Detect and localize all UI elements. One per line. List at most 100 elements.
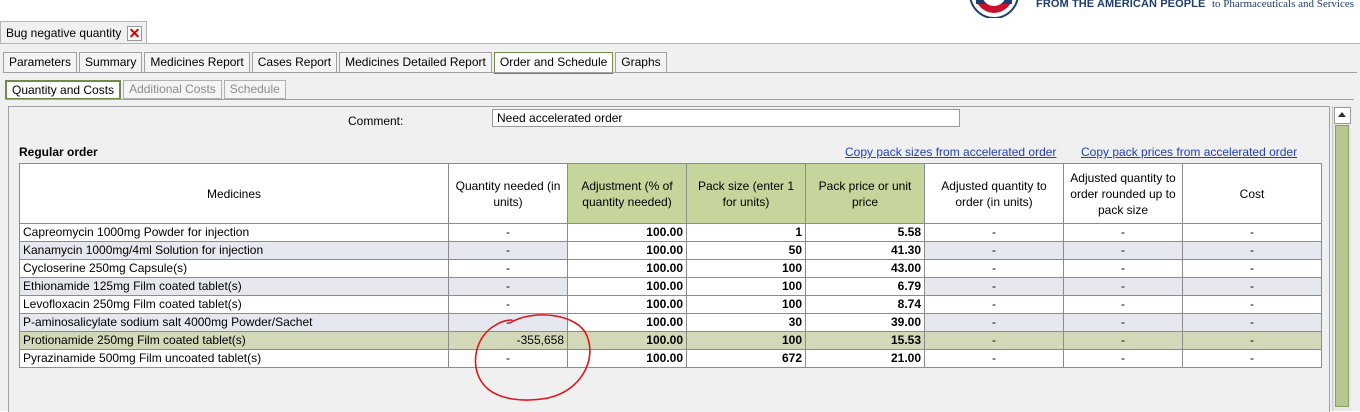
- cell-cost: -: [1182, 259, 1322, 278]
- table-header-row: Medicines Quantity needed (in units) Adj…: [19, 163, 1322, 224]
- tab-parameters[interactable]: Parameters: [3, 52, 78, 73]
- cell-pack-price[interactable]: 15.53: [805, 331, 925, 350]
- tab-cases-report[interactable]: Cases Report: [251, 52, 338, 73]
- table-row[interactable]: Capreomycin 1000mg Powder for injection …: [19, 223, 1322, 242]
- cell-pack-price[interactable]: 39.00: [805, 313, 925, 332]
- cell-pack-price[interactable]: 41.30: [805, 241, 925, 260]
- vertical-scrollbar[interactable]: [1332, 106, 1351, 411]
- header-pack-size: Pack size (enter 1 for units): [686, 163, 806, 224]
- tab-quantity-and-costs[interactable]: Quantity and Costs: [5, 80, 122, 100]
- cell-cost: -: [1182, 241, 1322, 260]
- cell-medicine: Cycloserine 250mg Capsule(s): [19, 259, 449, 278]
- cell-quantity-needed: -: [448, 259, 568, 278]
- document-tab[interactable]: Bug negative quantity: [0, 21, 148, 44]
- table-row[interactable]: Kanamycin 1000mg/4ml Solution for inject…: [19, 241, 1322, 260]
- header-cost: Cost: [1182, 163, 1322, 224]
- cell-adjustment[interactable]: 100.00: [567, 295, 687, 314]
- header-quantity-needed: Quantity needed (in units): [448, 163, 568, 224]
- cell-pack-price[interactable]: 8.74: [805, 295, 925, 314]
- cell-cost: -: [1182, 349, 1322, 368]
- cell-medicine: P-aminosalicylate sodium salt 4000mg Pow…: [19, 313, 449, 332]
- cell-pack-size[interactable]: 1: [686, 223, 806, 242]
- tab-order-and-schedule[interactable]: Order and Schedule: [493, 52, 614, 74]
- cell-medicine: Protionamide 250mg Film coated tablet(s): [19, 331, 449, 350]
- scroll-thumb[interactable]: [1335, 125, 1349, 407]
- header-adjusted-quantity: Adjusted quantity to order (in units): [924, 163, 1064, 224]
- cell-pack-size[interactable]: 672: [686, 349, 806, 368]
- cell-quantity-needed: -: [448, 277, 568, 296]
- cell-adjusted-rounded: -: [1063, 277, 1183, 296]
- cell-adjustment[interactable]: 100.00: [567, 349, 687, 368]
- comment-label: Comment:: [348, 114, 404, 128]
- cell-adjusted-quantity: -: [924, 241, 1064, 260]
- usaid-tagline: FROM THE AMERICAN PEOPLE: [1036, 0, 1206, 10]
- copy-pack-sizes-link[interactable]: Copy pack sizes from accelerated order: [845, 145, 1056, 159]
- cell-quantity-needed: -: [448, 349, 568, 368]
- cell-adjusted-rounded: -: [1063, 349, 1183, 368]
- usaid-seal-logo: [969, 0, 1019, 18]
- copy-pack-prices-link[interactable]: Copy pack prices from accelerated order: [1081, 145, 1297, 159]
- table-row[interactable]: Ethionamide 125mg Film coated tablet(s) …: [19, 277, 1322, 296]
- regular-order-title: Regular order: [19, 145, 98, 159]
- cell-medicine: Capreomycin 1000mg Powder for injection: [19, 223, 449, 242]
- cell-pack-size[interactable]: 100: [686, 295, 806, 314]
- tab-medicines-detailed-report[interactable]: Medicines Detailed Report: [339, 52, 492, 73]
- cell-pack-size[interactable]: 50: [686, 241, 806, 260]
- cell-adjusted-quantity: -: [924, 313, 1064, 332]
- cell-cost: -: [1182, 223, 1322, 242]
- comment-input[interactable]: [492, 109, 960, 127]
- cell-pack-size[interactable]: 100: [686, 331, 806, 350]
- header-adjusted-rounded: Adjusted quantity to order rounded up to…: [1063, 163, 1183, 224]
- cell-cost: -: [1182, 313, 1322, 332]
- cell-pack-price[interactable]: 43.00: [805, 259, 925, 278]
- order-and-schedule-panel: Quantity and Costs Additional Costs Sche…: [3, 74, 1356, 412]
- cell-adjusted-quantity: -: [924, 223, 1064, 242]
- table-row[interactable]: P-aminosalicylate sodium salt 4000mg Pow…: [19, 313, 1322, 332]
- cell-pack-price[interactable]: 5.58: [805, 223, 925, 242]
- table-row[interactable]: Levofloxacin 250mg Film coated tablet(s)…: [19, 295, 1322, 314]
- header-pack-price: Pack price or unit price: [805, 163, 925, 224]
- cell-pack-size[interactable]: 30: [686, 313, 806, 332]
- tab-medicines-report[interactable]: Medicines Report: [144, 52, 250, 73]
- cell-adjusted-quantity: -: [924, 259, 1064, 278]
- regular-order-table: Medicines Quantity needed (in units) Adj…: [19, 163, 1322, 368]
- cell-adjusted-quantity: -: [924, 331, 1064, 350]
- cell-adjusted-rounded: -: [1063, 295, 1183, 314]
- cell-adjusted-rounded: -: [1063, 241, 1183, 260]
- cell-medicine: Kanamycin 1000mg/4ml Solution for inject…: [19, 241, 449, 260]
- cell-adjusted-rounded: -: [1063, 223, 1183, 242]
- cell-cost: -: [1182, 331, 1322, 350]
- cell-quantity-needed: -: [448, 313, 568, 332]
- table-row-selected[interactable]: Protionamide 250mg Film coated tablet(s)…: [19, 331, 1322, 350]
- cell-pack-price[interactable]: 21.00: [805, 349, 925, 368]
- cell-quantity-needed-negative: -355,658: [448, 331, 568, 350]
- cell-adjusted-rounded: -: [1063, 313, 1183, 332]
- cell-adjusted-quantity: -: [924, 295, 1064, 314]
- sub-tab-bar: Quantity and Costs Additional Costs Sche…: [5, 80, 288, 100]
- cell-adjustment[interactable]: 100.00: [567, 331, 687, 350]
- tab-summary[interactable]: Summary: [79, 52, 143, 73]
- sub-tab-divider: [5, 99, 1354, 100]
- table-row[interactable]: Pyrazinamide 500mg Film uncoated tablet(…: [19, 349, 1322, 368]
- cell-adjustment[interactable]: 100.00: [567, 277, 687, 296]
- cell-quantity-needed: -: [448, 223, 568, 242]
- cell-pack-price[interactable]: 6.79: [805, 277, 925, 296]
- table-row[interactable]: Cycloserine 250mg Capsule(s) - 100.00 10…: [19, 259, 1322, 278]
- header-adjustment: Adjustment (% of quantity needed): [567, 163, 687, 224]
- cell-adjustment[interactable]: 100.00: [567, 313, 687, 332]
- cell-adjustment[interactable]: 100.00: [567, 223, 687, 242]
- cell-adjusted-quantity: -: [924, 277, 1064, 296]
- header-medicines: Medicines: [19, 163, 449, 224]
- cell-adjusted-quantity: -: [924, 349, 1064, 368]
- cell-pack-size[interactable]: 100: [686, 259, 806, 278]
- tab-additional-costs: Additional Costs: [123, 80, 222, 99]
- cell-adjustment[interactable]: 100.00: [567, 259, 687, 278]
- tab-graphs[interactable]: Graphs: [615, 52, 667, 73]
- scroll-up-arrow-icon[interactable]: [1334, 107, 1351, 124]
- tab-schedule: Schedule: [223, 80, 286, 99]
- cell-medicine: Ethionamide 125mg Film coated tablet(s): [19, 277, 449, 296]
- cell-pack-size[interactable]: 100: [686, 277, 806, 296]
- close-icon[interactable]: [127, 25, 143, 41]
- cell-adjustment[interactable]: 100.00: [567, 241, 687, 260]
- tab-divider: [3, 72, 1357, 73]
